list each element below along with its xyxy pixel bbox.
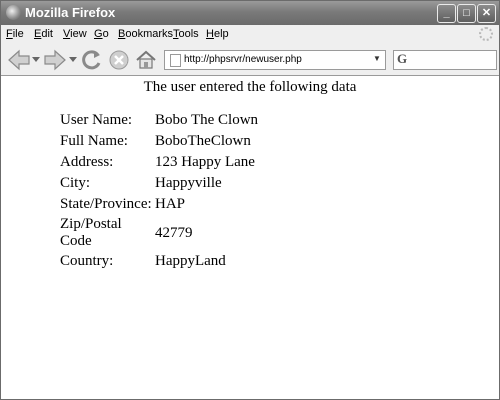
field-value: HAP: [155, 196, 186, 212]
menu-view-label: iew: [70, 28, 87, 40]
table-row: Zip/Postal Code 42779: [60, 215, 261, 251]
field-value: BoboTheClown: [155, 133, 251, 149]
field-value: 42779: [155, 224, 193, 241]
back-icon[interactable]: [7, 49, 31, 71]
field-value: Happyville: [155, 175, 222, 191]
field-value: Bobo The Clown: [155, 112, 259, 128]
field-label: Zip/Postal Code: [60, 216, 122, 249]
menu-edit[interactable]: Edit: [34, 28, 53, 40]
search-engine-icon[interactable]: G: [397, 52, 413, 66]
minimize-button[interactable]: _: [437, 4, 456, 23]
menu-tools-label: ools: [178, 28, 199, 40]
window-title: Mozilla Firefox: [25, 5, 116, 20]
url-text[interactable]: http://phpsrvr/newuser.php: [184, 54, 302, 65]
menu-go[interactable]: Go: [94, 28, 109, 40]
menu-bookmarks-label: ookmarks: [125, 28, 174, 40]
search-bar[interactable]: G: [393, 50, 497, 70]
field-label: Country:: [60, 253, 114, 269]
menu-bar: File Edit View Go Bookmarks Tools Help: [1, 25, 499, 45]
back-dropdown-icon[interactable]: [32, 57, 40, 63]
reload-icon[interactable]: [81, 49, 103, 71]
menu-go-mnemonic: G: [94, 28, 103, 40]
field-label: State/Province:: [60, 196, 152, 212]
url-bar[interactable]: http://phpsrvr/newuser.php ▼: [164, 50, 386, 70]
forward-dropdown-icon[interactable]: [69, 57, 77, 63]
browser-window: Mozilla Firefox _ □ ✕ File Edit View Go …: [0, 0, 500, 400]
activity-throbber-icon: [479, 27, 493, 41]
maximize-button[interactable]: □: [457, 4, 476, 23]
page-heading: The user entered the following data: [143, 79, 357, 95]
field-label: City:: [60, 175, 91, 191]
field-value: 123 Happy Lane: [155, 154, 255, 170]
page-content: The user entered the following data User…: [1, 76, 499, 399]
field-label: Full Name:: [60, 133, 128, 149]
menu-file-label: ile: [12, 28, 24, 40]
table-row: Address: 123 Happy Lane: [60, 152, 261, 173]
user-data-table: User Name: Bobo The Clown Full Name: Bob…: [60, 110, 261, 272]
menu-tools[interactable]: Tools: [173, 28, 199, 40]
menu-help[interactable]: Help: [206, 28, 229, 40]
table-row: User Name: Bobo The Clown: [60, 110, 261, 131]
stop-icon[interactable]: [108, 49, 130, 71]
table-row: State/Province: HAP: [60, 194, 261, 215]
field-value: HappyLand: [155, 253, 226, 269]
table-row: Full Name: BoboTheClown: [60, 131, 261, 152]
close-button[interactable]: ✕: [477, 4, 496, 23]
table-row: Country: HappyLand: [60, 251, 261, 272]
field-label: User Name:: [60, 112, 133, 128]
field-label: Address:: [60, 154, 114, 170]
menu-bookmarks[interactable]: Bookmarks: [118, 28, 173, 40]
menu-help-label: elp: [213, 28, 229, 40]
title-bar[interactable]: Mozilla Firefox _ □ ✕: [1, 1, 499, 25]
page-icon: [170, 54, 181, 67]
home-icon[interactable]: [135, 49, 157, 71]
firefox-logo-icon: [6, 5, 21, 20]
menu-edit-label: dit: [41, 28, 53, 40]
forward-icon[interactable]: [43, 49, 67, 71]
url-dropdown-icon[interactable]: ▼: [371, 53, 383, 65]
table-row: City: Happyville: [60, 173, 261, 194]
menu-file[interactable]: File: [6, 28, 24, 40]
menu-file-mnemonic: F: [6, 28, 13, 40]
menu-view[interactable]: View: [63, 28, 87, 40]
menu-help-mnemonic: H: [206, 28, 214, 40]
menu-go-label: o: [102, 28, 109, 40]
navigation-toolbar: http://phpsrvr/newuser.php ▼ G: [1, 45, 499, 76]
